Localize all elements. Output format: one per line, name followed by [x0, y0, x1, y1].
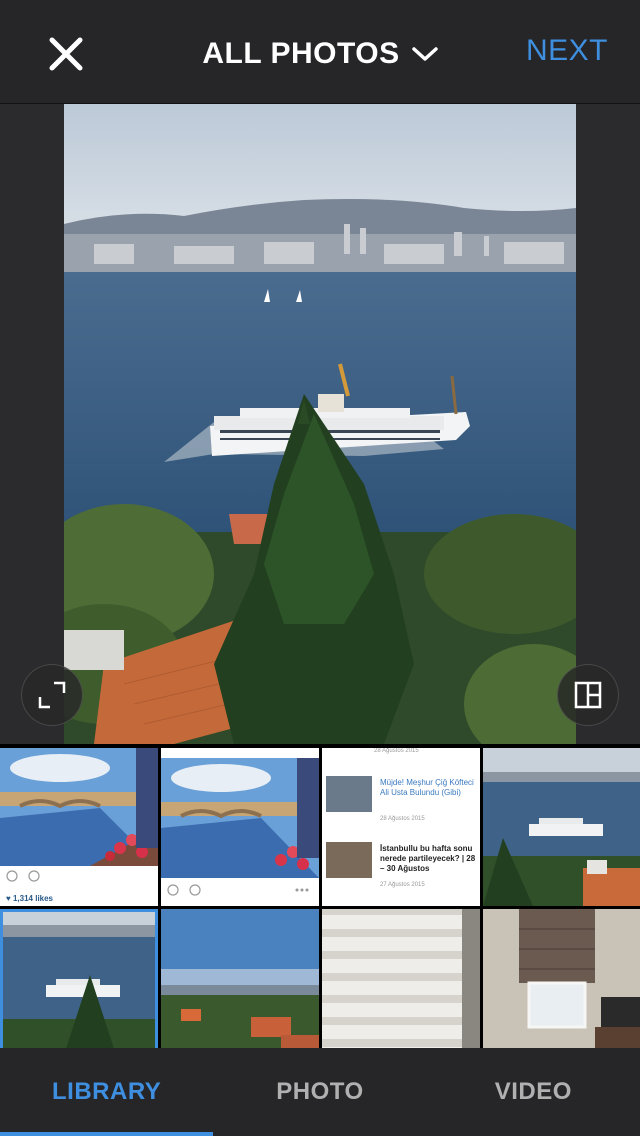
photo-grid: ♥ 1,314 likes 28 Ağustos 2015 Müjde! Meş… [0, 744, 640, 1067]
tab-library[interactable]: LIBRARY [0, 1048, 213, 1136]
ferry-photo-thumb [0, 909, 158, 1067]
layout-grid-icon [574, 681, 602, 709]
next-button[interactable]: NEXT [526, 34, 608, 68]
thumbnail-3[interactable]: 28 Ağustos 2015 Müjde! Meşhur Çiğ Köftec… [322, 748, 480, 906]
instagram-post-screenshot [0, 748, 158, 906]
thumbnail-4[interactable] [483, 748, 640, 906]
thumbnail-5-selected[interactable] [0, 909, 158, 1067]
article-image-1 [326, 776, 372, 812]
selected-photo-preview[interactable] [64, 104, 576, 744]
expand-corners-icon [38, 681, 66, 709]
photo-preview-area [0, 104, 640, 744]
thumbnail-2[interactable] [161, 748, 319, 906]
article-title-2: İstanbullu bu hafta sonu nerede partiley… [380, 844, 476, 873]
thumbnail-8[interactable] [483, 909, 640, 1067]
thumbnail-1[interactable]: ♥ 1,314 likes [0, 748, 158, 906]
chevron-down-icon [411, 47, 438, 61]
bottom-tab-bar: LIBRARY PHOTO VIDEO [0, 1048, 640, 1136]
instagram-post-screenshot [161, 748, 319, 906]
album-title: ALL PHOTOS [202, 37, 400, 70]
ferry-photo-thumb [483, 748, 640, 906]
ferry-photo [64, 104, 576, 744]
thumbnail-7[interactable] [322, 909, 480, 1067]
thumbnail-6[interactable] [161, 909, 319, 1067]
landscape-photo-thumb [161, 909, 319, 1067]
likes-count: ♥ 1,314 likes [6, 894, 54, 903]
window-blinds-photo [322, 909, 480, 1067]
room-photo [483, 909, 640, 1067]
article-date-1: 28 Ağustos 2015 [380, 816, 425, 822]
layout-button[interactable] [557, 664, 619, 726]
active-tab-indicator [0, 1132, 213, 1136]
article-image-2 [326, 842, 372, 878]
article-title-1: Müjde! Meşhur Çiğ Köfteci Ali Usta Bulun… [380, 778, 474, 797]
expand-button[interactable] [21, 664, 83, 726]
article-date-2: 27 Ağustos 2015 [380, 882, 425, 888]
top-bar: ALL PHOTOS NEXT [0, 0, 640, 104]
tab-photo[interactable]: PHOTO [213, 1048, 426, 1136]
article-header-date: 28 Ağustos 2015 [374, 748, 419, 754]
tab-video[interactable]: VIDEO [427, 1048, 640, 1136]
